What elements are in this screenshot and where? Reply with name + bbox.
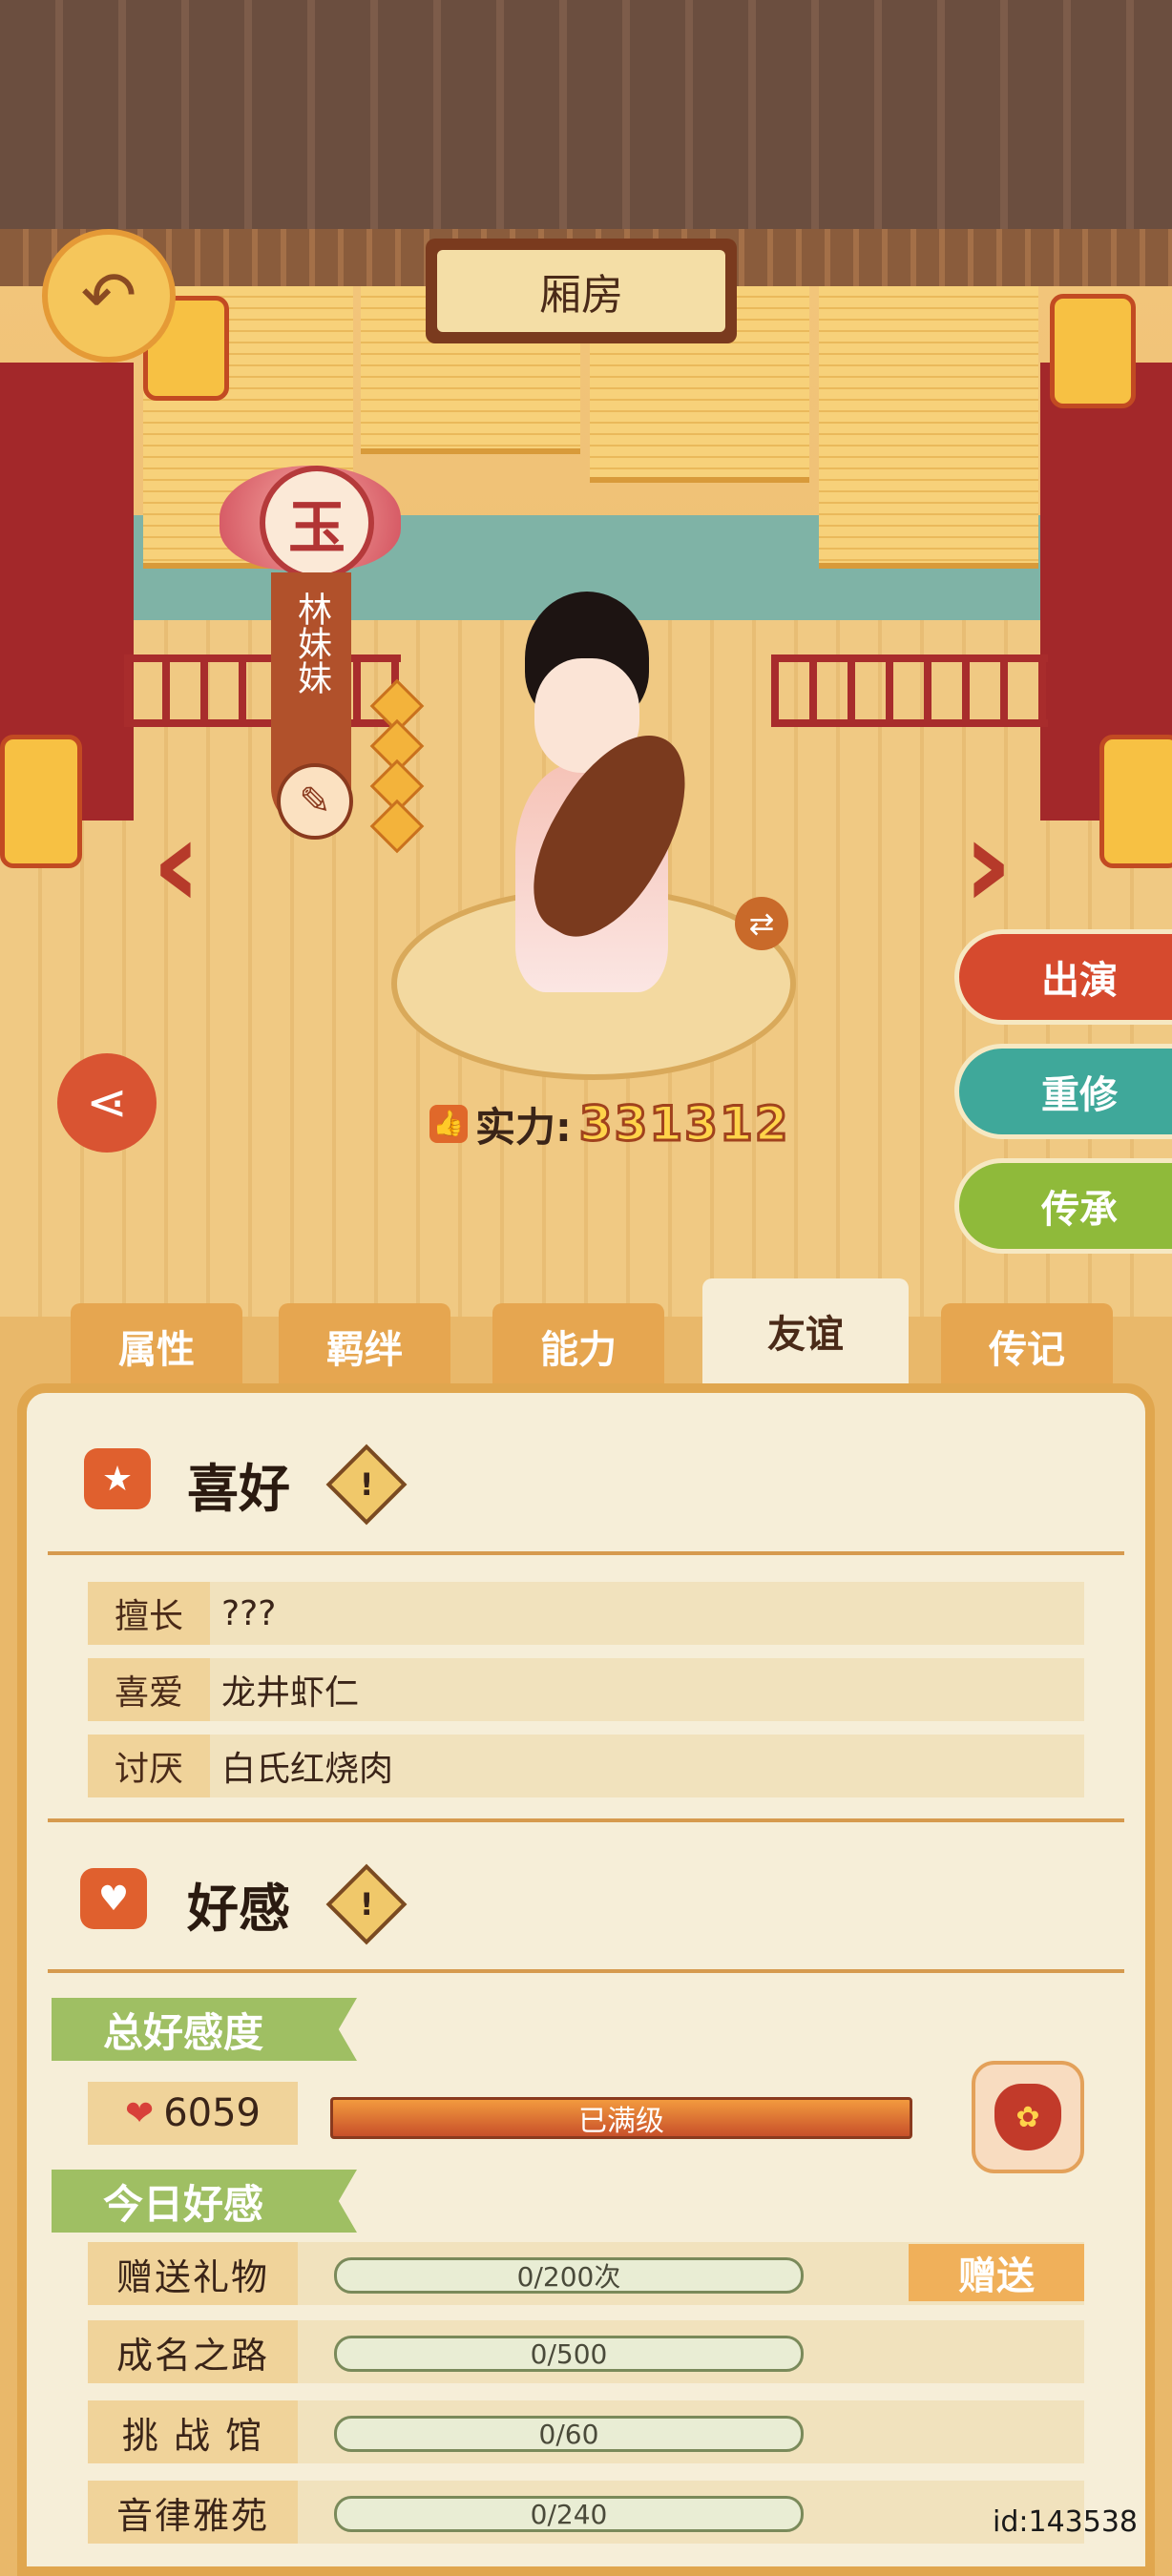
user-id-label: id:143538	[993, 2505, 1139, 2539]
preference-value: 白氏红烧肉	[221, 1750, 394, 1789]
today-affection-progress: 0/60	[334, 2416, 804, 2452]
inherit-button[interactable]: 传承	[954, 1158, 1172, 1254]
rename-brush-button[interactable]: ✎	[277, 763, 353, 840]
swap-outfit-button[interactable]: ⇄	[735, 897, 788, 950]
today-affection-progress: 0/240	[334, 2496, 804, 2532]
total-affection-bar: 已满级	[330, 2097, 912, 2139]
preference-row: 喜爱 龙井虾仁	[88, 1658, 1084, 1721]
preference-key: 擅长	[88, 1582, 210, 1645]
today-affection-row: 成名之路 0/500	[88, 2320, 1084, 2383]
preference-value: ???	[221, 1593, 277, 1633]
divider	[48, 1818, 1124, 1822]
today-affection-key: 音律雅苑	[88, 2481, 298, 2544]
today-affection-ribbon: 今日好感	[52, 2170, 357, 2233]
today-affection-row: 挑 战 馆 0/60	[88, 2400, 1084, 2463]
affection-heart-icon: ♥	[80, 1868, 147, 1929]
rank-badge: 玉	[260, 466, 374, 580]
retrain-button[interactable]: 重修	[954, 1044, 1172, 1139]
preference-row: 擅长 ???	[88, 1582, 1084, 1645]
preference-key: 喜爱	[88, 1658, 210, 1721]
tab-friendship[interactable]: 友谊	[702, 1278, 909, 1383]
divider	[48, 1551, 1124, 1555]
chevron-left-icon: ‹	[151, 791, 202, 936]
friendship-panel	[17, 1383, 1155, 2576]
power-value: 331312	[577, 1095, 790, 1153]
tab-attributes[interactable]: 属性	[71, 1303, 242, 1389]
preference-key: 讨厌	[88, 1735, 210, 1797]
back-arrow-icon: ↶	[80, 257, 137, 335]
exclamation-icon: !	[359, 1886, 374, 1922]
swap-icon: ⇄	[748, 905, 775, 942]
brush-icon: ✎	[299, 779, 331, 823]
today-affection-row: 音律雅苑 0/240	[88, 2481, 1084, 2544]
total-affection-value: 6059	[163, 2091, 261, 2135]
divider	[48, 1969, 1124, 1973]
heart-icon: ❤	[125, 2093, 155, 2133]
share-button[interactable]: ⋖	[57, 1053, 157, 1153]
lantern-icon	[1099, 735, 1172, 868]
preference-icon: ★	[84, 1448, 151, 1509]
railing	[771, 654, 1048, 727]
total-affection-status: 已满级	[578, 2105, 664, 2138]
gift-bag-button[interactable]: ✿	[972, 2061, 1084, 2173]
tab-biography[interactable]: 传记	[941, 1303, 1113, 1389]
preferences-title: 喜好	[187, 1459, 290, 1519]
thumbs-up-icon: 👍	[429, 1105, 468, 1143]
lantern-icon	[1050, 294, 1136, 408]
next-character-button[interactable]: ›	[945, 801, 1031, 925]
gift-bag-icon: ✿	[994, 2084, 1061, 2150]
power-label: 实力:	[475, 1103, 572, 1151]
chevron-right-icon: ›	[962, 791, 1014, 936]
preference-value: 龙井虾仁	[221, 1673, 360, 1713]
power-display: 👍 实力: 331312	[429, 1095, 790, 1153]
total-affection-value-box: ❤ 6059	[88, 2082, 298, 2145]
exclamation-icon: !	[359, 1466, 374, 1503]
railing	[124, 654, 401, 727]
perform-button[interactable]: 出演	[954, 929, 1172, 1025]
page-title: 厢房	[437, 250, 725, 332]
preference-row: 讨厌 白氏红烧肉	[88, 1735, 1084, 1797]
share-icon: ⋖	[86, 1074, 128, 1132]
give-gift-button[interactable]: 赠送	[909, 2244, 1084, 2301]
today-affection-progress: 0/500	[334, 2336, 804, 2372]
prev-character-button[interactable]: ‹	[134, 801, 220, 925]
total-affection-ribbon: 总好感度	[52, 1998, 357, 2061]
today-affection-key: 成名之路	[88, 2320, 298, 2383]
lantern-icon	[0, 735, 82, 868]
today-affection-key: 赠送礼物	[88, 2242, 298, 2305]
bamboo-blind	[819, 286, 1038, 569]
tab-bonds[interactable]: 羁绊	[279, 1303, 450, 1389]
today-affection-progress: 0/200次	[334, 2257, 804, 2294]
tab-abilities[interactable]: 能力	[492, 1303, 664, 1389]
affection-title: 好感	[187, 1879, 290, 1939]
back-button[interactable]: ↶	[42, 229, 176, 363]
today-affection-key: 挑 战 馆	[88, 2400, 298, 2463]
